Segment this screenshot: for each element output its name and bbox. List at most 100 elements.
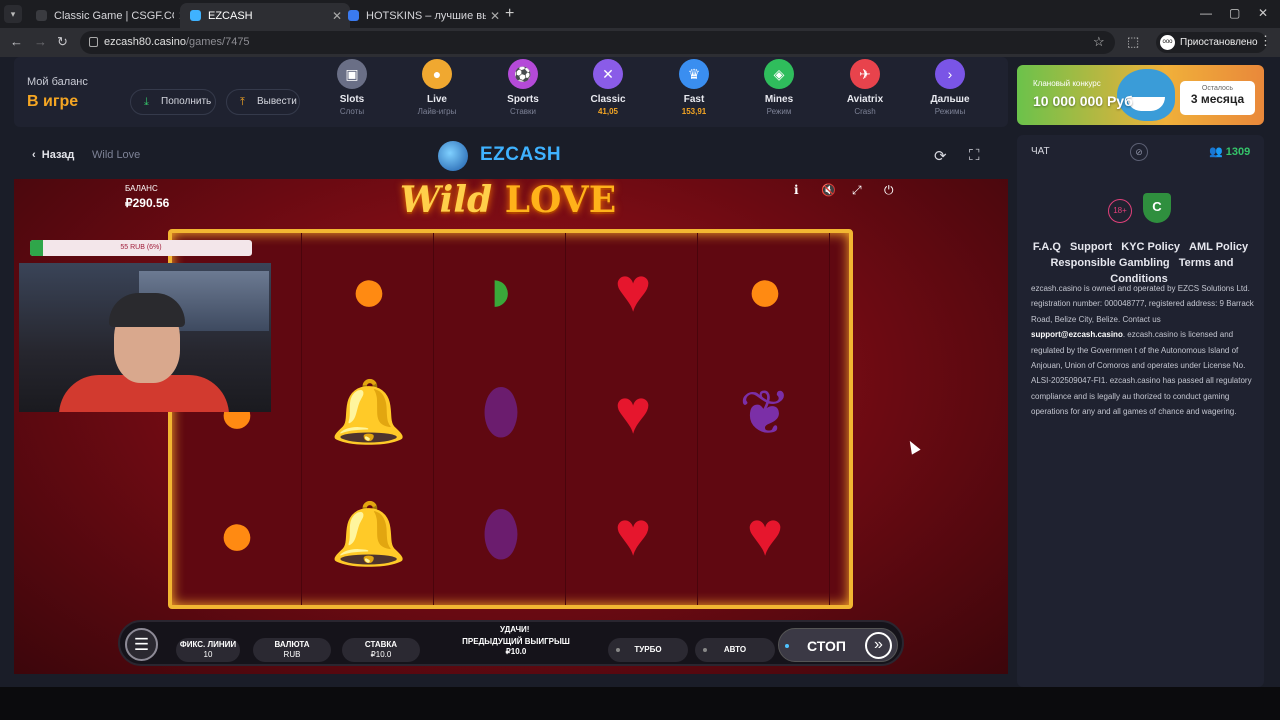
streamer-webcam [19,263,271,412]
promo-timer: Осталось 3 месяца [1180,81,1255,115]
nav-label: Aviatrix [846,94,884,105]
link-kyc[interactable]: KYC Policy [1121,241,1180,253]
url-field[interactable]: ezcash80.casino/games/7475 [80,31,1115,54]
tab-search-button[interactable]: ▾ [4,5,22,23]
nav-item-classic[interactable]: ✕ Classic 41,05 [573,59,643,116]
tab-favicon [190,10,201,21]
withdraw-button[interactable]: ⤒ Вывести [226,89,300,115]
bell-symbol-icon: 🔔 [330,377,408,447]
turbo-toggle[interactable]: ТУРБО [608,638,688,662]
good-luck-text: УДАЧИ! [500,625,530,634]
download-icon: ⤓ [144,96,149,108]
title-wild: Wild [399,179,493,221]
grape-symbol-icon: ❦ [739,378,791,448]
deposit-button[interactable]: ⤓ Пополнить [130,89,216,115]
turbo-indicator [616,648,620,652]
browser-window: ▾ Classic Game | CSGF.CC ✕ EZCASH ✕ HOTS… [0,0,1280,687]
close-window-icon[interactable]: ✕ [1258,6,1268,20]
nav-icon: ⚽ [508,59,538,89]
maximize-icon[interactable]: ▢ [1229,6,1240,20]
nav-icon: ◈ [764,59,794,89]
link-support[interactable]: Support [1070,241,1112,253]
turbo-label: ТУРБО [634,645,662,654]
nav-item-дальше[interactable]: › Дальше Режимы [915,59,985,116]
balance-value[interactable]: В игре [27,93,78,111]
tab-csgf[interactable]: Classic Game | CSGF.CC ✕ [26,3,196,28]
nav-label: Дальше [930,94,970,105]
site: Мой баланс В игре ⤓ Пополнить ⤒ Вывести … [0,57,1280,687]
fixed-lines-box: ФИКС. ЛИНИИ 10 [176,638,240,662]
back-button[interactable]: ‹ Назад [32,149,74,161]
footer-links: F.A.Q Support KYC Policy AML Policy Resp… [1027,239,1254,287]
nav-item-sports[interactable]: ⚽ Sports Ставки [488,59,558,116]
close-tab-icon[interactable]: ✕ [490,9,500,23]
promo-timer-value: 3 месяца [1190,92,1245,106]
tab-ezcash[interactable]: EZCASH ✕ [180,3,350,28]
clan-contest-banner[interactable]: Клановый конкурс 10 000 000 Руб Осталось… [1017,65,1264,125]
auto-indicator [703,648,707,652]
reload-icon[interactable]: ↻ [57,34,68,50]
nav-item-aviatrix[interactable]: ✈ Aviatrix Crash [830,59,900,116]
profile-button[interactable]: ooo Приостановлено [1156,32,1267,53]
hide-chat-icon[interactable]: ⊘ [1130,143,1148,161]
new-tab-icon[interactable]: + [505,5,514,23]
game-balance-label: БАЛАНС [125,184,158,193]
prev-win-value: ₽10.0 [505,647,527,656]
back-icon[interactable]: ← [10,34,23,49]
extensions-icon[interactable]: ⬚ [1127,34,1139,50]
link-responsible-gambling[interactable]: Responsible Gambling [1050,257,1169,269]
cherry-symbol-icon: ♥ [746,499,784,569]
tab-favicon [36,10,47,21]
nav-item-mines[interactable]: ◈ Mines Режим [744,59,814,116]
stop-button[interactable]: СТОП » [778,628,898,662]
tab-hotskins[interactable]: HOTSKINS – лучшие выигрыш ✕ [338,3,508,28]
top-bar: Мой баланс В игре ⤓ Пополнить ⤒ Вывести … [14,57,1008,127]
game-canvas[interactable]: БАЛАНС ₽290.56 Wild LOVE i 🔇 ⤢ ⏻ ●●●●🔔🔔◗… [14,179,1008,674]
deposit-label: Пополнить [161,96,212,107]
age-18-badge: 18+ [1108,199,1132,223]
link-faq[interactable]: F.A.Q [1033,241,1061,253]
taskbar-strip [0,687,1280,720]
power-icon[interactable]: ⏻ [884,183,894,198]
reel-5: ● ❦ ♥ [700,233,830,605]
nav-item-live[interactable]: ● Live Лайв-игры [402,59,472,116]
site-info-icon[interactable] [89,37,98,47]
minimize-icon[interactable]: — [1200,6,1212,20]
nav-sublabel: Слоты [339,107,365,116]
online-count: 👥 1309 [1209,145,1250,158]
reload-game-icon[interactable]: ⟳ [934,147,947,165]
nav-label: Live [426,94,447,105]
auto-toggle[interactable]: АВТО [695,638,775,662]
url-host: ezcash80.casino [104,36,186,48]
tab-title: EZCASH [208,9,253,22]
bet-box[interactable]: СТАВКА ₽10.0 [342,638,420,662]
expand-icon[interactable]: ⤢ [852,183,862,198]
nav-item-fast[interactable]: ♛ Fast 153,91 [659,59,729,116]
support-email-link[interactable]: support@ezcash.casino [1031,330,1123,339]
game-menu-button[interactable]: ☰ [125,628,158,661]
bell-symbol-icon: 🔔 [330,499,408,569]
orange-symbol-icon: ● [218,499,256,569]
mute-icon[interactable]: 🔇 [821,183,836,197]
nav-label: Sports [507,94,539,105]
game-header: ‹ Назад Wild Love EZCASH ⟳ ⛶ [14,135,1008,179]
plum-symbol-icon: ⬮ [481,377,521,446]
previous-win: ПРЕДЫДУЩИЙ ВЫИГРЫШ ₽10.0 [439,637,593,657]
currency-box[interactable]: ВАЛЮТА RUB [253,638,331,662]
info-icon[interactable]: i [794,183,799,197]
legal-part-2: . ezcash.casino is licensed and regulate… [1031,330,1252,417]
nav-label: Classic [590,94,626,105]
bet-label: СТАВКА [364,640,398,649]
forward-icon[interactable]: → [34,34,47,49]
nav-sublabel: Лайв-игры [417,107,457,116]
title-love: LOVE [504,179,617,221]
link-aml[interactable]: AML Policy [1189,241,1248,253]
fast-forward-icon[interactable]: » [865,632,892,659]
nav-item-slots[interactable]: ▣ Slots Слоты [317,59,387,116]
bookmark-star-icon[interactable]: ☆ [1093,34,1105,50]
license-shield-icon[interactable]: C [1143,193,1171,223]
orange-symbol-icon: ● [746,255,784,325]
plum-symbol-icon: ⬮ [481,499,521,568]
fullscreen-icon[interactable]: ⛶ [969,147,980,164]
browser-menu-icon[interactable]: ⋮ [1259,33,1272,49]
